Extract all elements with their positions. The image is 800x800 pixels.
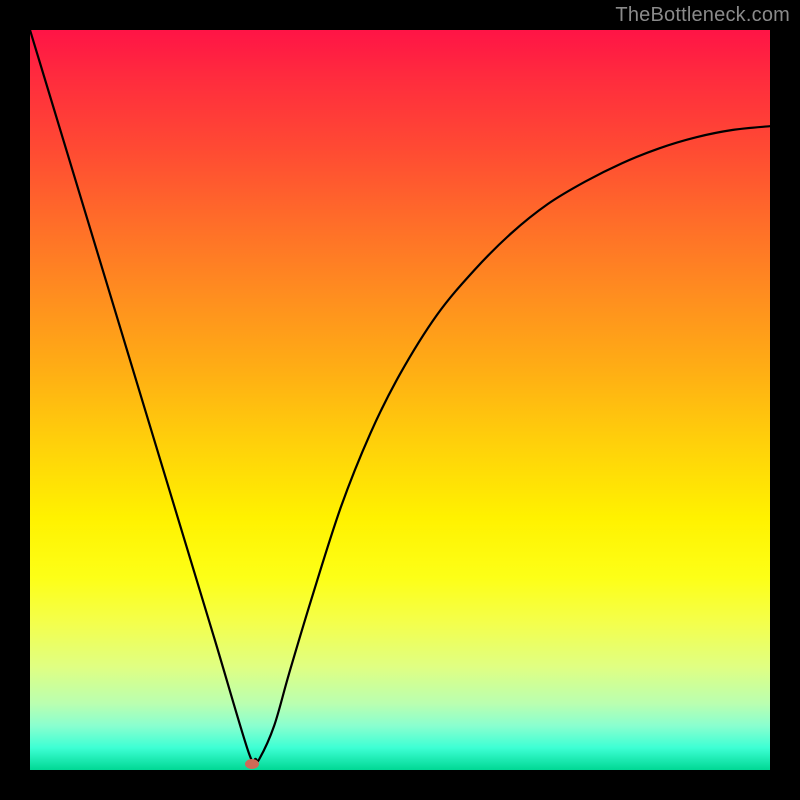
plot-area <box>30 30 770 770</box>
chart-frame: TheBottleneck.com <box>0 0 800 800</box>
bottleneck-curve <box>30 30 770 770</box>
watermark-label: TheBottleneck.com <box>615 4 790 27</box>
optimum-marker <box>245 759 259 769</box>
